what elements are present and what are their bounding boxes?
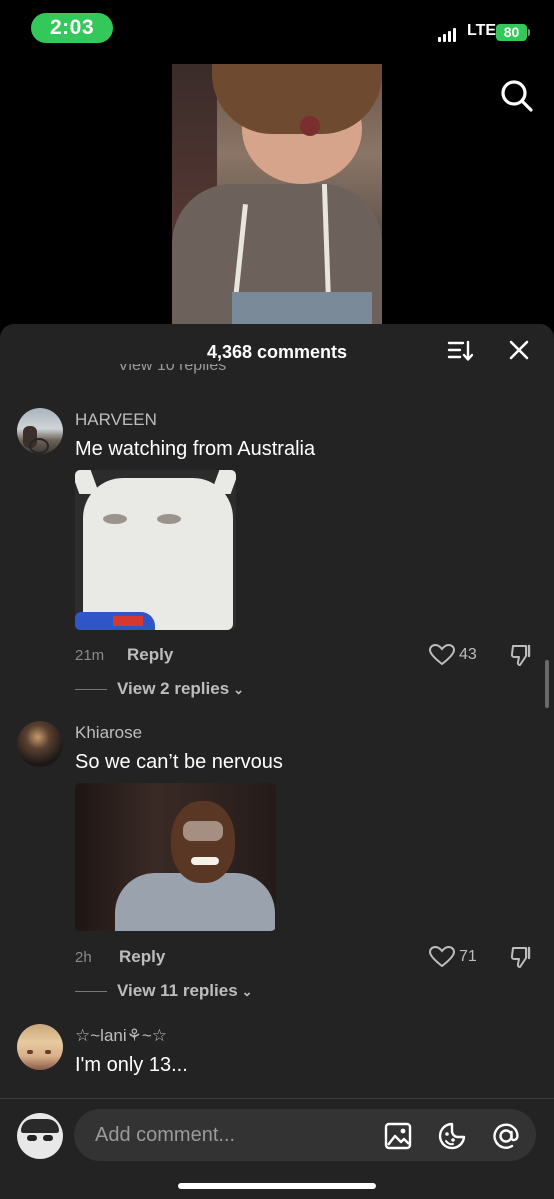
reply-button[interactable]: Reply: [127, 645, 173, 665]
search-icon: [501, 80, 533, 112]
comment-text: I'm only 13...: [75, 1054, 188, 1076]
my-avatar[interactable]: [17, 1113, 63, 1159]
video-person-pants: [232, 292, 372, 324]
dislike-button[interactable]: [510, 643, 534, 667]
sort-icon: [447, 340, 474, 361]
heart-icon: [428, 643, 456, 666]
close-button[interactable]: [507, 338, 531, 362]
close-icon: [509, 340, 529, 360]
at-sign-icon: [493, 1123, 519, 1149]
image-icon: [384, 1122, 412, 1150]
view-replies-label: View 11 replies: [117, 981, 238, 1000]
battery-icon: 80: [496, 24, 527, 41]
comment-username[interactable]: ☆~lani⚘~☆: [75, 1026, 167, 1046]
comment-input-bar: [0, 1098, 554, 1199]
like-count: 71: [459, 948, 477, 965]
comments-sheet: 4,368 comments View 10 replies HARVEEN M…: [0, 324, 554, 1199]
home-indicator: [178, 1183, 376, 1189]
view-replies-partial[interactable]: View 10 replies: [118, 364, 226, 374]
heart-icon: [428, 945, 456, 968]
chevron-down-icon: ⌄: [233, 681, 245, 697]
status-time: 2:03: [31, 13, 113, 43]
comment-gif[interactable]: [75, 783, 276, 931]
sort-button[interactable]: [447, 340, 474, 362]
signal-icon: [438, 24, 462, 42]
comment-username[interactable]: HARVEEN: [75, 410, 157, 430]
like-button[interactable]: [428, 643, 456, 666]
battery-tip: [528, 29, 530, 36]
emoji-button[interactable]: [437, 1121, 467, 1151]
thumbs-down-icon: [510, 946, 531, 968]
dislike-button[interactable]: [510, 945, 534, 969]
image-button[interactable]: [383, 1121, 413, 1151]
avatar[interactable]: [17, 408, 63, 454]
comment-text: Me watching from Australia: [75, 438, 316, 460]
status-bar: 2:03 LTE 80: [0, 0, 554, 60]
like-button[interactable]: [428, 945, 456, 968]
thumbs-down-icon: [510, 644, 531, 666]
video-preview[interactable]: [172, 64, 382, 324]
comment-time: 2h: [75, 949, 92, 966]
comment-username[interactable]: Khiarose: [75, 723, 142, 743]
divider-line: [75, 991, 107, 993]
like-count: 43: [459, 646, 477, 663]
comment-gif[interactable]: [75, 470, 236, 630]
mention-button[interactable]: [491, 1121, 521, 1151]
view-replies-button[interactable]: View 2 replies ⌄: [75, 679, 244, 699]
network-label: LTE: [467, 22, 497, 39]
view-replies-label: View 2 replies: [117, 679, 230, 698]
video-person-mouth: [300, 116, 320, 136]
avatar[interactable]: [17, 721, 63, 767]
comment-time: 21m: [75, 647, 105, 664]
divider-line: [75, 689, 107, 691]
avatar[interactable]: [17, 1024, 63, 1070]
search-button[interactable]: [499, 78, 535, 114]
scrollbar[interactable]: [545, 660, 549, 708]
chevron-down-icon: ⌄: [241, 983, 253, 999]
reply-button[interactable]: Reply: [119, 947, 165, 967]
comment-text: So we can’t be nervous: [75, 751, 283, 773]
view-replies-button[interactable]: View 11 replies ⌄: [75, 981, 253, 1001]
emoji-icon: [438, 1122, 466, 1150]
